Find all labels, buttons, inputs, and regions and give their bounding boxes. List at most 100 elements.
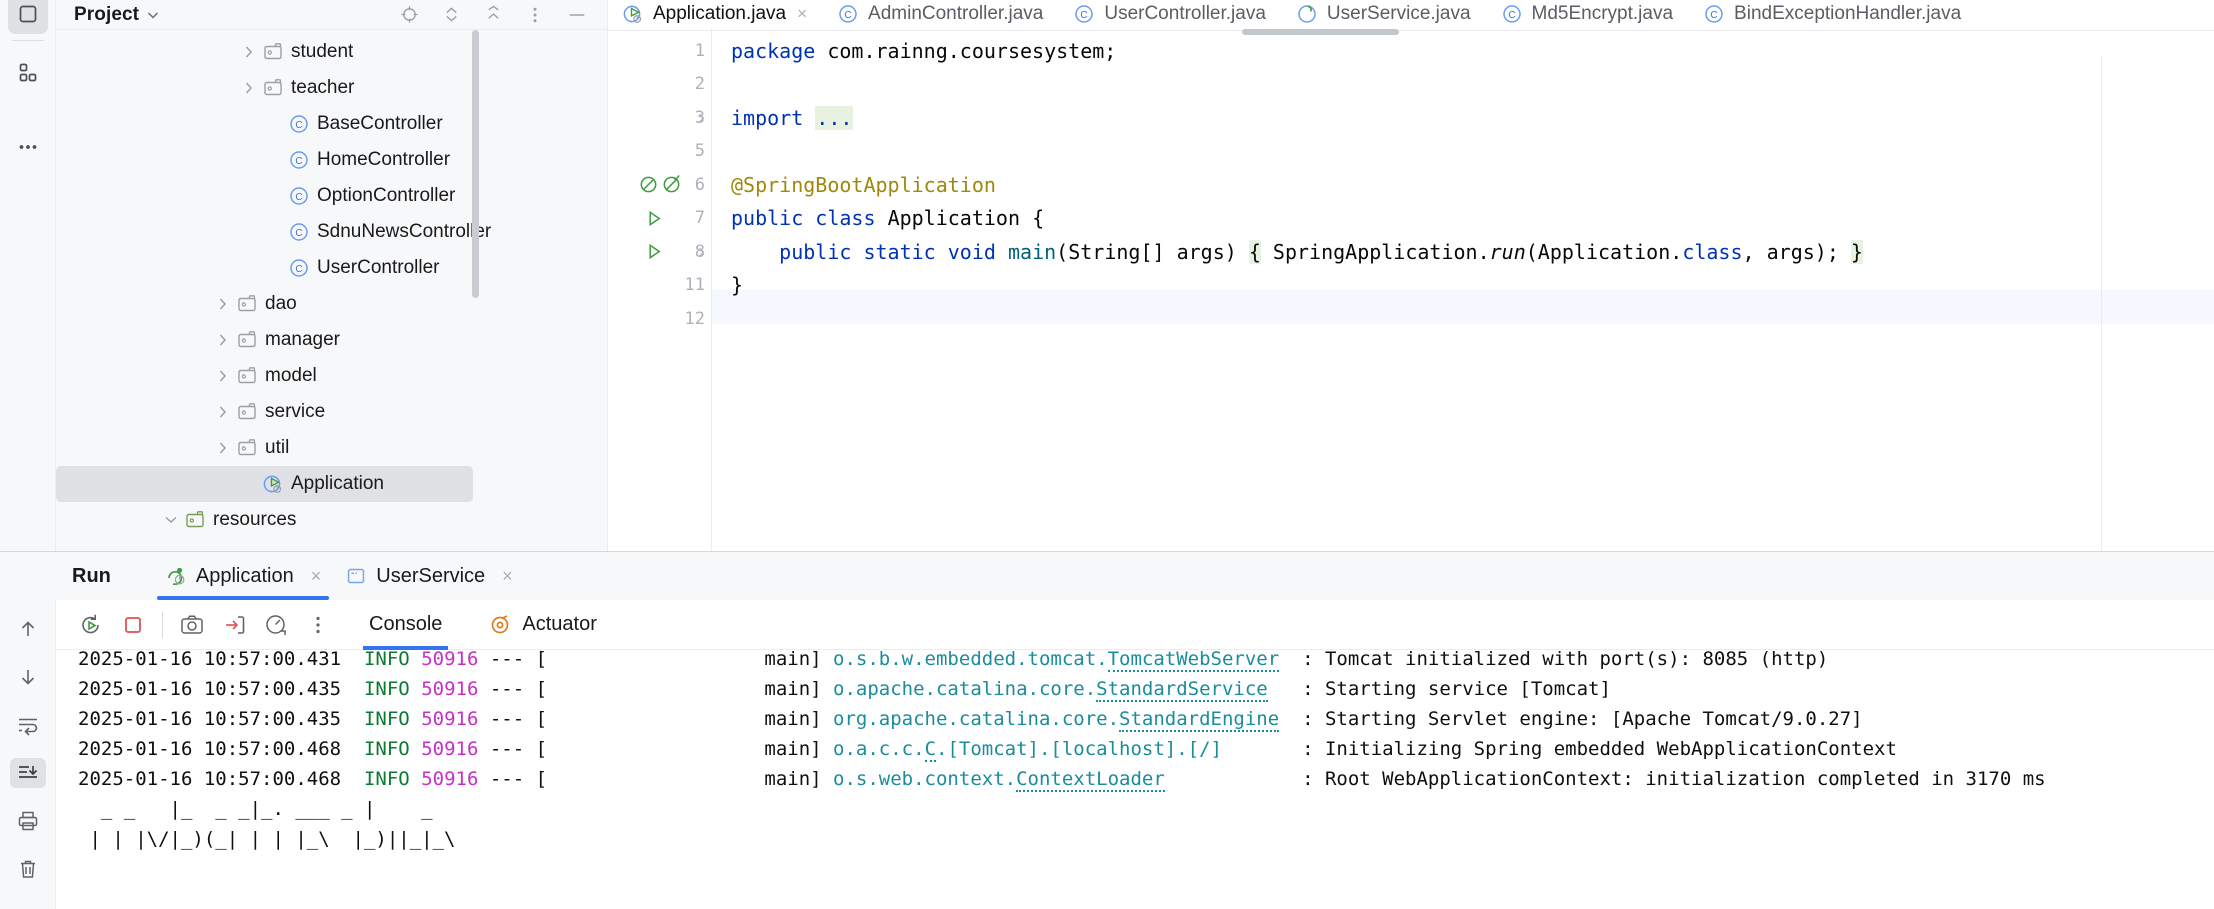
gutter-line: 12 [608, 302, 711, 336]
project-tool-window-icon[interactable] [7, 0, 48, 34]
gutter-line: 11 [608, 269, 711, 303]
scroll-to-end-icon[interactable] [9, 758, 46, 788]
close-run-tab-icon[interactable]: × [311, 566, 322, 587]
tree-item-service[interactable]: service [56, 394, 607, 430]
svg-text:C: C [295, 192, 302, 203]
tab-actuator[interactable]: Actuator [472, 600, 612, 650]
chevron-right-icon[interactable] [238, 41, 260, 63]
tree-item-resources[interactable]: resources [56, 502, 607, 538]
chevron-down-icon[interactable] [145, 7, 161, 23]
tree-item-label: model [265, 365, 317, 386]
tree-item-manager[interactable]: manager [56, 322, 607, 358]
more-tool-windows-icon[interactable] [8, 127, 48, 167]
log-separator: --- [ [478, 650, 548, 670]
tree-item-sdnunewscontroller[interactable]: C SdnuNewsController [56, 214, 607, 250]
project-tree-scrollbar[interactable] [472, 30, 479, 298]
fold-expand-icon[interactable] [696, 111, 707, 125]
code-text[interactable]: package com.rainng.coursesystem; import … [711, 34, 2214, 551]
run-content-row: Console Actuator 2025-01-16 10:57:00.4??… [0, 600, 2214, 909]
options-menu-icon[interactable] [525, 5, 545, 25]
keyword-import: import [731, 105, 804, 130]
code-line-1: package com.rainng.coursesystem; [731, 34, 2214, 68]
code-line-7: public class Application { [731, 206, 1045, 231]
code-line-8: public static void main (String[] args) {… [779, 239, 1863, 264]
editor-tab-application[interactable]: Application.java × [608, 0, 823, 27]
editor-tab-md5encrypt[interactable]: C Md5Encrypt.java [1487, 0, 1690, 27]
editor-tab-admincontroller[interactable]: C AdminController.java [823, 0, 1059, 27]
chevron-right-icon[interactable] [238, 77, 260, 99]
log-space [410, 734, 421, 764]
tree-item-teacher[interactable]: teacher [56, 70, 607, 106]
close-run-tab-icon[interactable]: × [502, 566, 513, 587]
tree-item-student[interactable]: student [56, 34, 607, 70]
java-class-icon: C [286, 185, 312, 207]
collapse-all-icon[interactable] [483, 5, 503, 25]
expand-all-icon[interactable] [441, 5, 461, 25]
stop-icon[interactable] [112, 604, 154, 646]
spring-boot-class-icon [622, 3, 644, 25]
hide-tool-window-icon[interactable] [567, 5, 587, 25]
folded-imports[interactable]: ... [815, 105, 854, 130]
tree-item-dao[interactable]: dao [56, 286, 607, 322]
scroll-up-icon[interactable] [10, 614, 46, 644]
fold-expand-icon[interactable] [696, 245, 707, 259]
chevron-right-icon[interactable] [212, 293, 234, 315]
java-class-icon: C [286, 221, 312, 243]
tree-item-optioncontroller[interactable]: C OptionController [56, 178, 607, 214]
project-tree[interactable]: student teacher C BaseController C HomeContro… [56, 30, 607, 551]
editor-gutter[interactable]: 1 2 3 5 6 7 8 11 12 [608, 34, 711, 551]
line-number: 11 [684, 275, 705, 296]
java-class-icon: C [1501, 3, 1523, 25]
tree-item-label: dao [265, 293, 297, 314]
tree-item-application[interactable]: Application [56, 466, 473, 502]
more-options-icon[interactable] [297, 604, 339, 646]
run-main-gutter-icon[interactable] [645, 242, 664, 261]
chevron-right-icon[interactable] [212, 329, 234, 351]
log-space [822, 704, 833, 734]
tree-item-label: student [291, 41, 354, 62]
log-message: : Tomcat initialized with port(s): 8085 … [1302, 650, 1829, 670]
select-opened-file-icon[interactable] [399, 5, 419, 25]
line-number: 1 [694, 40, 705, 61]
tree-item-basecontroller[interactable]: C BaseController [56, 106, 607, 142]
run-class-gutter-icon[interactable] [645, 209, 664, 228]
tree-item-model[interactable]: model [56, 358, 607, 394]
close-tab-icon[interactable]: × [797, 4, 807, 24]
print-icon[interactable] [10, 806, 46, 836]
clear-all-icon[interactable] [10, 854, 46, 884]
tree-item-usercontroller[interactable]: C UserController [56, 250, 607, 286]
soft-wrap-icon[interactable] [10, 710, 46, 740]
structure-tool-window-icon[interactable] [8, 53, 48, 93]
gauge-icon[interactable] [255, 604, 297, 646]
chevron-right-icon[interactable] [212, 437, 234, 459]
log-thread: main] [547, 708, 822, 730]
tool-strip-divider [11, 40, 44, 41]
code-area[interactable]: 1 2 3 5 6 7 8 11 12 package com.rainng.c… [608, 28, 2214, 551]
editor-tab-usercontroller[interactable]: C UserController.java [1059, 0, 1282, 27]
folder-icon [234, 329, 260, 351]
log-pid: 50916 [421, 650, 479, 670]
tree-item-label: SdnuNewsController [317, 221, 492, 242]
screenshot-icon[interactable] [171, 604, 213, 646]
tree-item-label: BaseController [317, 113, 443, 134]
chevron-right-icon[interactable] [212, 365, 234, 387]
editor-tab-bindexceptionhandler[interactable]: C BindExceptionHandler.java [1689, 0, 1977, 27]
console-output[interactable]: 2025-01-16 10:57:00.4?? INFO 50916 --- [… [56, 650, 2214, 909]
log-message: : Starting service [Tomcat] [1302, 678, 1611, 700]
chevron-down-icon[interactable] [160, 509, 182, 531]
tab-console[interactable]: Console [353, 600, 458, 650]
tree-item-homecontroller[interactable]: C HomeController [56, 142, 607, 178]
tree-item-label: UserController [317, 257, 440, 278]
rerun-icon[interactable] [70, 604, 112, 646]
tree-item-util[interactable]: util [56, 430, 607, 466]
editor-tab-userservice[interactable]: UserService.java [1282, 0, 1487, 27]
run-tab-application[interactable]: Application × [153, 552, 333, 600]
editor-right-margin-line [2101, 56, 2102, 551]
open-in-browser-icon[interactable] [213, 604, 255, 646]
chevron-right-icon[interactable] [212, 401, 234, 423]
scroll-down-icon[interactable] [10, 662, 46, 692]
run-tab-userservice[interactable]: UserService × [333, 552, 524, 600]
spring-bean-gutter-icons[interactable] [638, 174, 682, 195]
run-tab-label: Application [195, 564, 294, 587]
